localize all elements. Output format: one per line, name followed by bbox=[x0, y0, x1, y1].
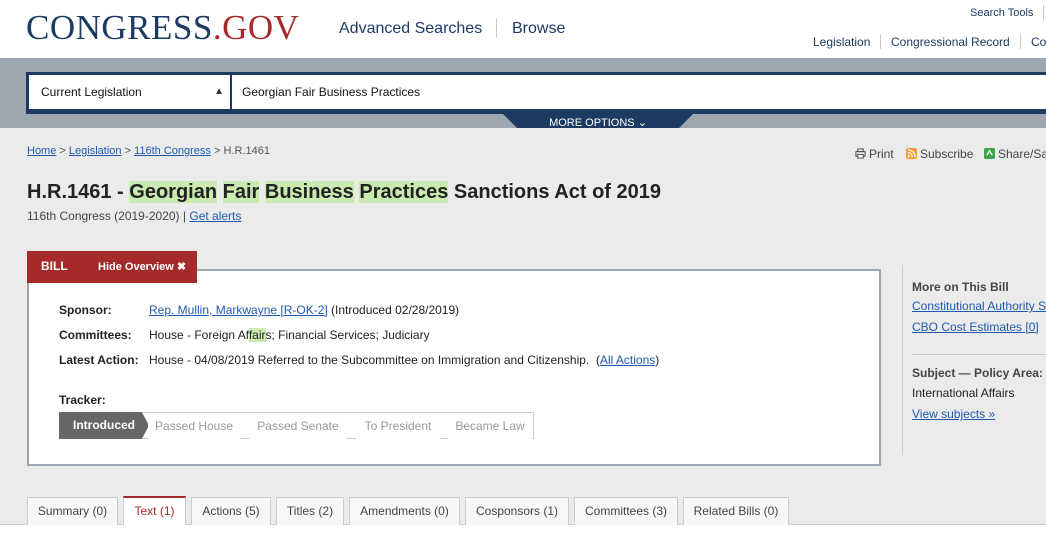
nav-browse[interactable]: Browse bbox=[512, 20, 565, 38]
search-tools-link[interactable]: Search Tools bbox=[970, 7, 1033, 19]
search-scope-select[interactable]: Current Legislation ▲ bbox=[29, 75, 230, 109]
printer-icon bbox=[855, 148, 866, 159]
subscribe-button[interactable]: Subscribe bbox=[906, 147, 973, 161]
breadcrumb-separator: > bbox=[124, 145, 131, 157]
tab-committees[interactable]: Committees (3) bbox=[574, 497, 678, 525]
constitutional-authority-link[interactable]: Constitutional Authority S bbox=[912, 299, 1046, 313]
breadcrumb-home[interactable]: Home bbox=[27, 145, 56, 157]
cbo-cost-estimates-link[interactable]: CBO Cost Estimates [0] bbox=[912, 320, 1039, 334]
latest-action-value: House - 04/08/2019 Referred to the Subco… bbox=[149, 353, 659, 367]
page-title: H.R.1461 - Georgian Fair Business Practi… bbox=[27, 181, 661, 204]
congress-session: 116th Congress (2019-2020) bbox=[27, 209, 180, 223]
search-input[interactable] bbox=[232, 75, 1046, 109]
title-highlight: Practices bbox=[359, 181, 449, 203]
latest-action-close: ) bbox=[655, 353, 660, 367]
bill-tab-label: BILL bbox=[41, 259, 68, 273]
title-highlight: Georgian bbox=[129, 181, 218, 203]
tab-summary[interactable]: Summary (0) bbox=[27, 497, 118, 525]
subscribe-label: Subscribe bbox=[920, 147, 974, 161]
tab-text[interactable]: Text (1) bbox=[123, 496, 186, 525]
search-tools-divider bbox=[1043, 5, 1044, 21]
breadcrumb-legislation[interactable]: Legislation bbox=[69, 145, 122, 157]
tracker-step-passed-house: Passed House bbox=[148, 413, 240, 440]
title-highlight: Business bbox=[264, 181, 354, 203]
get-alerts-link[interactable]: Get alerts bbox=[189, 209, 241, 223]
select-arrows-icon: ▲ bbox=[214, 86, 224, 97]
committees-highlight: fair bbox=[248, 328, 266, 342]
committees-text: House - Foreign Af bbox=[149, 328, 249, 342]
logo-text-gov: GOV bbox=[222, 8, 300, 47]
sponsor-introduced: (Introduced 02/28/2019) bbox=[327, 303, 460, 317]
breadcrumb-congress[interactable]: 116th Congress bbox=[134, 145, 211, 157]
sponsor-link[interactable]: Rep. Mullin, Markwayne [R-OK-2] bbox=[149, 303, 328, 317]
latest-action-label: Latest Action: bbox=[59, 353, 139, 367]
search-scope-value: Current Legislation bbox=[41, 85, 142, 99]
policy-area-heading: Subject — Policy Area: bbox=[912, 366, 1043, 380]
bill-tab: BILL Hide Overview ✖ bbox=[27, 251, 197, 283]
title-highlight: Fair bbox=[222, 181, 260, 203]
bill-number: H.R.1461 - bbox=[27, 181, 130, 203]
policy-area-value: International Affairs bbox=[912, 386, 1015, 400]
tracker-step-passed-senate: Passed Senate bbox=[250, 413, 346, 440]
share-label: Share/Sa bbox=[998, 147, 1046, 161]
title-rest: Sanctions Act of 2019 bbox=[453, 181, 662, 203]
site-header: CONGRESS.GOV Advanced Searches Browse Se… bbox=[0, 0, 1046, 58]
share-button[interactable]: Share/Sa bbox=[984, 147, 1046, 161]
page-bottom bbox=[0, 525, 1046, 536]
congress-gov-logo[interactable]: CONGRESS.GOV bbox=[26, 8, 299, 48]
bill-subtitle: 116th Congress (2019-2020) | Get alerts bbox=[27, 209, 241, 223]
breadcrumb-current: H.R.1461 bbox=[223, 145, 270, 157]
subnav-divider bbox=[1020, 34, 1021, 49]
logo-dot: . bbox=[212, 8, 223, 47]
tab-actions[interactable]: Actions (5) bbox=[191, 497, 271, 525]
tab-cosponsors[interactable]: Cosponsors (1) bbox=[465, 497, 569, 525]
tracker-step-to-president: To President bbox=[356, 413, 440, 440]
tab-related-bills[interactable]: Related Bills (0) bbox=[683, 497, 789, 525]
latest-action-text: House - 04/08/2019 Referred to the Subco… bbox=[149, 353, 600, 367]
tracker-step-introduced: Introduced bbox=[59, 412, 149, 439]
committees-value: House - Foreign Affairs; Financial Servi… bbox=[149, 328, 430, 342]
share-icon bbox=[984, 148, 995, 159]
subnav-legislation[interactable]: Legislation bbox=[813, 35, 870, 49]
nav-divider bbox=[496, 18, 497, 38]
logo-text-congress: CONGRESS bbox=[26, 8, 213, 47]
tracker-step-became-law: Became Law bbox=[448, 413, 532, 440]
breadcrumb-separator: > bbox=[59, 145, 66, 157]
print-label: Print bbox=[869, 147, 894, 161]
breadcrumb: Home > Legislation > 116th Congress > H.… bbox=[27, 145, 270, 157]
tab-titles[interactable]: Titles (2) bbox=[276, 497, 344, 525]
rss-icon bbox=[906, 148, 917, 159]
view-subjects-link[interactable]: View subjects » bbox=[912, 407, 995, 421]
tracker-label: Tracker: bbox=[59, 393, 106, 407]
subnav-congressional-record[interactable]: Congressional Record bbox=[891, 35, 1010, 49]
subnav-committees[interactable]: Co bbox=[1031, 35, 1046, 49]
all-actions-link[interactable]: All Actions bbox=[600, 353, 655, 367]
breadcrumb-separator: > bbox=[213, 145, 221, 157]
sidebar-rule bbox=[912, 354, 1046, 355]
hide-overview-button[interactable]: Hide Overview ✖ bbox=[98, 260, 186, 273]
committees-label: Committees: bbox=[59, 328, 132, 342]
sponsor-value: Rep. Mullin, Markwayne [R-OK-2] (Introdu… bbox=[149, 303, 459, 317]
nav-advanced-searches[interactable]: Advanced Searches bbox=[339, 20, 482, 38]
more-on-bill-heading: More on This Bill bbox=[912, 280, 1009, 294]
subtitle-separator: | bbox=[182, 209, 187, 223]
subnav-divider bbox=[880, 34, 881, 49]
committees-text: s; Financial Services; Judiciary bbox=[265, 328, 430, 342]
tab-amendments[interactable]: Amendments (0) bbox=[349, 497, 460, 525]
print-button[interactable]: Print bbox=[855, 147, 894, 161]
sponsor-label: Sponsor: bbox=[59, 303, 112, 317]
sidebar-divider bbox=[902, 265, 903, 455]
